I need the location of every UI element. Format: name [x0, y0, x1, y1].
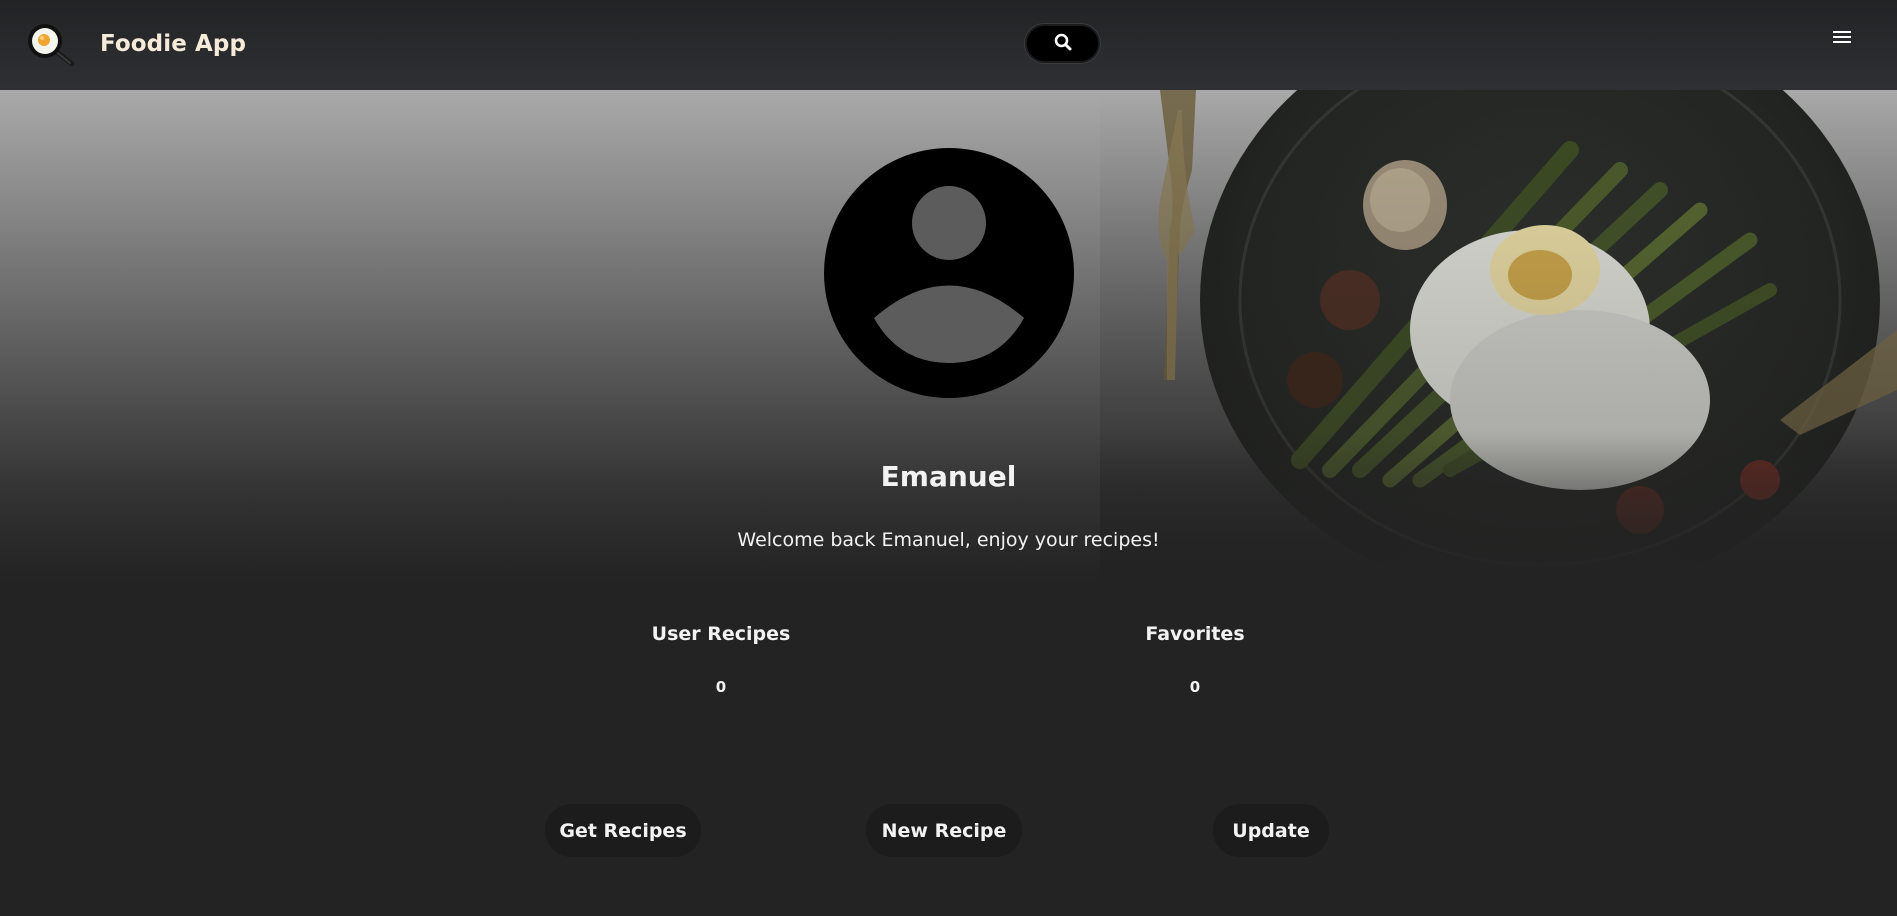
favorites-label: Favorites — [1145, 623, 1245, 645]
search-icon — [1054, 33, 1072, 55]
favorites-count: 0 — [1189, 678, 1201, 696]
user-recipes-label: User Recipes — [651, 623, 791, 645]
user-recipes-count: 0 — [715, 678, 727, 696]
new-recipe-button[interactable]: New Recipe — [866, 804, 1022, 857]
hamburger-menu-icon — [1832, 29, 1852, 49]
navbar: Foodie App — [0, 0, 1897, 90]
welcome-message: Welcome back Emanuel, enjoy your recipes… — [737, 529, 1160, 551]
brand-title[interactable]: Foodie App — [100, 31, 246, 57]
food-plate-image — [1100, 90, 1897, 580]
frying-pan-egg-icon[interactable] — [26, 22, 76, 70]
user-avatar-icon — [824, 148, 1074, 398]
get-recipes-button[interactable]: Get Recipes — [545, 804, 701, 857]
profile-hero — [0, 90, 1897, 580]
favorites-stat: Favorites 0 — [1065, 623, 1325, 696]
update-button[interactable]: Update — [1213, 804, 1329, 857]
user-recipes-stat: User Recipes 0 — [591, 623, 851, 696]
search-button[interactable] — [1025, 24, 1100, 63]
profile-name: Emanuel — [880, 460, 1017, 493]
menu-button[interactable] — [1830, 27, 1854, 51]
